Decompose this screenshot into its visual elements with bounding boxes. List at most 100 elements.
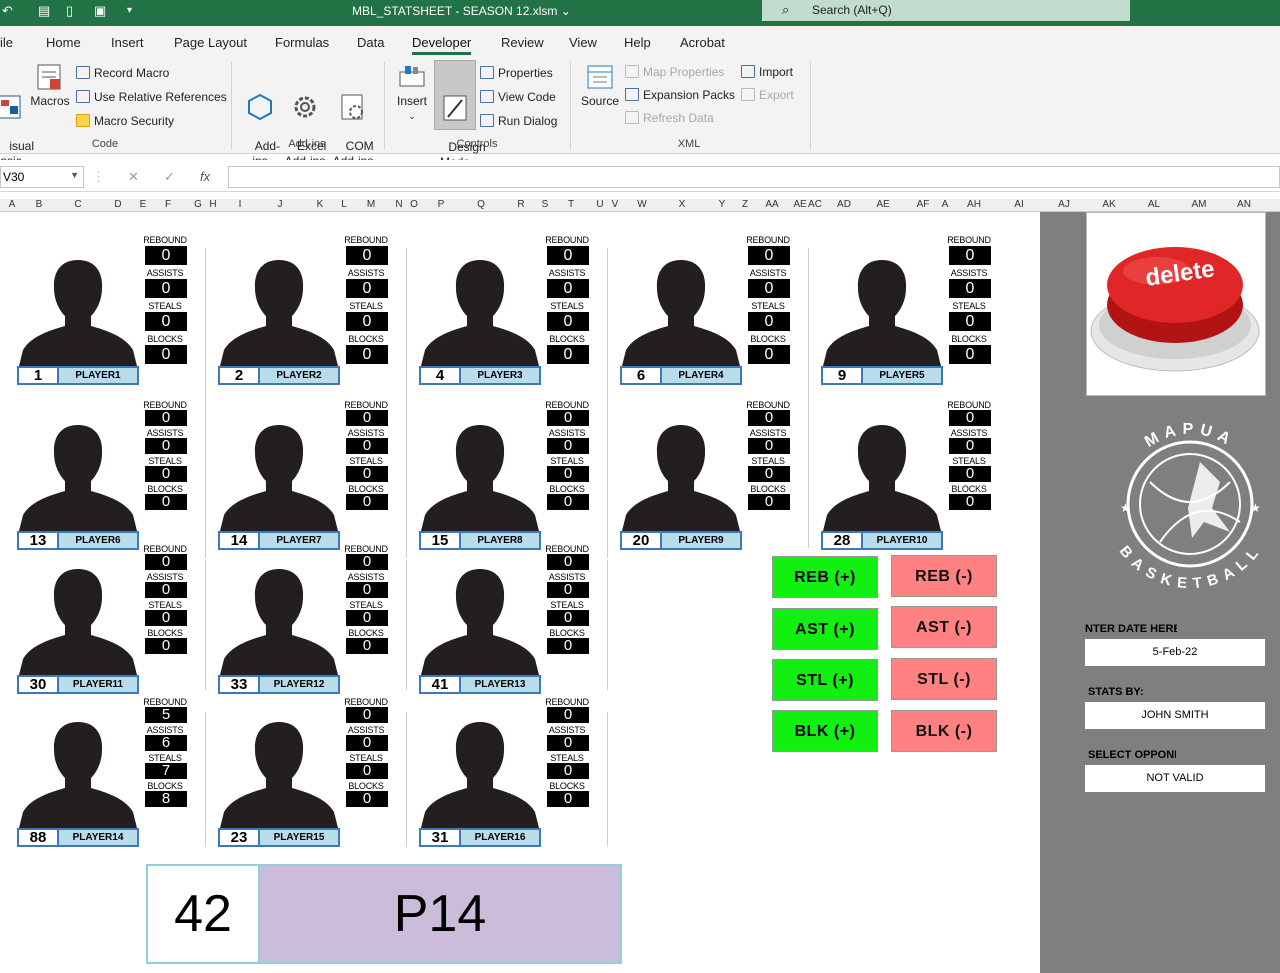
- blocks-value[interactable]: 0: [748, 345, 790, 364]
- rebound-value[interactable]: 0: [547, 410, 589, 426]
- blocks-value[interactable]: 0: [949, 345, 991, 364]
- assists-value[interactable]: 0: [949, 438, 991, 454]
- assists-value[interactable]: 0: [547, 582, 589, 598]
- player-card[interactable]: REBOUND 0 ASSISTS 0 STEALS 0 BLOCKS 0 41 PLAYER13: [407, 545, 589, 701]
- ast-plus-button[interactable]: AST (+): [772, 608, 878, 650]
- rebound-value[interactable]: 0: [547, 246, 589, 265]
- steals-value[interactable]: 0: [145, 466, 187, 482]
- column-header[interactable]: L: [341, 199, 347, 210]
- column-header[interactable]: AE: [793, 199, 806, 210]
- blocks-value[interactable]: 0: [547, 791, 589, 807]
- steals-value[interactable]: 0: [748, 466, 790, 482]
- column-header[interactable]: A: [942, 199, 949, 210]
- column-header[interactable]: AM: [1192, 199, 1207, 210]
- rebound-value[interactable]: 0: [145, 246, 187, 265]
- reb-minus-button[interactable]: REB (-): [891, 555, 997, 597]
- export-button[interactable]: Export: [741, 88, 794, 102]
- blocks-value[interactable]: 8: [145, 791, 187, 807]
- blocks-value[interactable]: 0: [346, 345, 388, 364]
- assists-value[interactable]: 0: [748, 279, 790, 298]
- player-card[interactable]: REBOUND 0 ASSISTS 0 STEALS 0 BLOCKS 0 9 PLAYER5: [809, 236, 991, 392]
- player-name-bar[interactable]: 23 PLAYER15: [218, 828, 340, 847]
- column-header[interactable]: E: [140, 199, 147, 210]
- column-header[interactable]: P: [438, 199, 445, 210]
- player-card[interactable]: REBOUND 0 ASSISTS 0 STEALS 0 BLOCKS 0 15 PLAYER8: [407, 401, 589, 557]
- column-header[interactable]: AE: [876, 199, 889, 210]
- player-card[interactable]: REBOUND 0 ASSISTS 0 STEALS 0 BLOCKS 0 28 PLAYER10: [809, 401, 991, 557]
- rebound-value[interactable]: 0: [949, 246, 991, 265]
- search-box[interactable]: ⌕ Search (Alt+Q): [762, 0, 1130, 21]
- column-header[interactable]: K: [317, 199, 324, 210]
- save-icon[interactable]: ▣: [94, 3, 106, 19]
- player-card[interactable]: REBOUND 0 ASSISTS 0 STEALS 0 BLOCKS 0 23 PLAYER15: [206, 698, 388, 854]
- player-name-bar[interactable]: 41 PLAYER13: [419, 675, 541, 694]
- column-header[interactable]: F: [165, 199, 171, 210]
- player-name-bar[interactable]: 88 PLAYER14: [17, 828, 139, 847]
- player-card[interactable]: REBOUND 0 ASSISTS 0 STEALS 0 BLOCKS 0 1 PLAYER1: [5, 236, 187, 392]
- assists-value[interactable]: 0: [949, 279, 991, 298]
- rebound-value[interactable]: 0: [346, 246, 388, 265]
- steals-value[interactable]: 0: [145, 610, 187, 626]
- rebound-value[interactable]: 0: [145, 410, 187, 426]
- ast-minus-button[interactable]: AST (-): [891, 606, 997, 648]
- assists-value[interactable]: 0: [547, 735, 589, 751]
- design-mode-button[interactable]: Design Mode: [434, 60, 486, 169]
- column-header[interactable]: O: [410, 199, 418, 210]
- player-name-bar[interactable]: 1 PLAYER1: [17, 366, 139, 385]
- column-header[interactable]: D: [114, 199, 121, 210]
- player-card[interactable]: REBOUND 0 ASSISTS 0 STEALS 0 BLOCKS 0 14 PLAYER7: [206, 401, 388, 557]
- column-header[interactable]: AH: [967, 199, 981, 210]
- macro-security-button[interactable]: Macro Security: [76, 114, 174, 128]
- steals-value[interactable]: 0: [949, 466, 991, 482]
- column-header[interactable]: B: [36, 199, 43, 210]
- column-header[interactable]: N: [395, 199, 402, 210]
- rebound-value[interactable]: 0: [748, 410, 790, 426]
- steals-value[interactable]: 0: [547, 312, 589, 331]
- cancel-icon[interactable]: ✕: [128, 169, 139, 185]
- column-header[interactable]: T: [568, 199, 574, 210]
- blk-plus-button[interactable]: BLK (+): [772, 710, 878, 752]
- column-header[interactable]: V: [612, 199, 619, 210]
- blocks-value[interactable]: 0: [145, 494, 187, 510]
- player-name-bar[interactable]: 14 PLAYER7: [218, 531, 340, 550]
- steals-value[interactable]: 7: [145, 763, 187, 779]
- refresh-data-button[interactable]: Refresh Data: [625, 111, 714, 125]
- assists-value[interactable]: 0: [346, 279, 388, 298]
- column-header[interactable]: S: [542, 199, 549, 210]
- column-header[interactable]: Q: [477, 199, 485, 210]
- tab-data[interactable]: Data: [357, 35, 384, 50]
- assists-value[interactable]: 0: [145, 279, 187, 298]
- column-header[interactable]: AN: [1237, 199, 1251, 210]
- insert-control-button[interactable]: Insert ⌄: [394, 62, 430, 124]
- rebound-value[interactable]: 0: [748, 246, 790, 265]
- name-box[interactable]: V30 ▼: [0, 166, 84, 188]
- blocks-value[interactable]: 0: [145, 345, 187, 364]
- insert-function-icon[interactable]: fx: [200, 169, 210, 184]
- stl-minus-button[interactable]: STL (-): [891, 658, 997, 700]
- player-name-bar[interactable]: 31 PLAYER16: [419, 828, 541, 847]
- player-card[interactable]: REBOUND 0 ASSISTS 0 STEALS 0 BLOCKS 0 20 PLAYER9: [608, 401, 790, 557]
- properties-button[interactable]: Properties: [480, 66, 553, 80]
- steals-value[interactable]: 0: [949, 312, 991, 331]
- rebound-value[interactable]: 0: [346, 554, 388, 570]
- worksheet[interactable]: REBOUND 0 ASSISTS 0 STEALS 0 BLOCKS 0 1 PLAYER1 RE…: [5, 212, 1040, 973]
- use-relative-references-button[interactable]: Use Relative References: [76, 90, 227, 104]
- tab-insert[interactable]: Insert: [111, 35, 144, 50]
- column-header[interactable]: I: [239, 199, 242, 210]
- column-header[interactable]: AL: [1148, 199, 1160, 210]
- column-header[interactable]: J: [278, 199, 283, 210]
- player-name-bar[interactable]: 15 PLAYER8: [419, 531, 541, 550]
- player-name-bar[interactable]: 4 PLAYER3: [419, 366, 541, 385]
- player-name-bar[interactable]: 28 PLAYER10: [821, 531, 943, 550]
- assists-value[interactable]: 0: [748, 438, 790, 454]
- column-header[interactable]: Z: [742, 199, 748, 210]
- player-card[interactable]: REBOUND 0 ASSISTS 0 STEALS 0 BLOCKS 0 6 PLAYER4: [608, 236, 790, 392]
- tab-developer[interactable]: Developer: [412, 35, 472, 55]
- rebound-value[interactable]: 0: [145, 554, 187, 570]
- player-name-bar[interactable]: 13 PLAYER6: [17, 531, 139, 550]
- steals-value[interactable]: 0: [547, 466, 589, 482]
- tab-review[interactable]: Review: [501, 35, 544, 50]
- steals-value[interactable]: 0: [748, 312, 790, 331]
- player-card[interactable]: REBOUND 0 ASSISTS 0 STEALS 0 BLOCKS 0 31 PLAYER16: [407, 698, 589, 854]
- map-properties-button[interactable]: Map Properties: [625, 65, 724, 79]
